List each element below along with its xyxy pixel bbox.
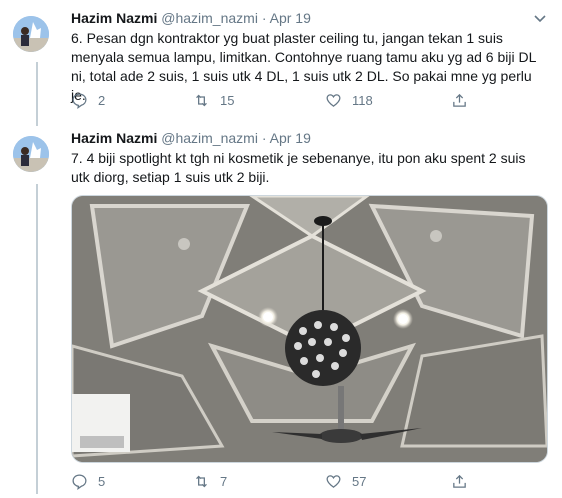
- tweet-header: Hazim Nazmi @hazim_nazmi · Apr 19: [71, 10, 311, 26]
- retweet-count: 15: [220, 93, 235, 108]
- heart-icon: [326, 94, 341, 107]
- reply-count: 2: [98, 93, 106, 108]
- tweet-header: Hazim Nazmi @hazim_nazmi · Apr 19: [71, 130, 311, 146]
- separator: ·: [261, 10, 267, 26]
- like-count: 57: [352, 474, 367, 489]
- like-button[interactable]: 57: [325, 473, 366, 490]
- tweet-date[interactable]: Apr 19: [270, 130, 311, 146]
- retweet-icon: [196, 475, 207, 488]
- tweet-actions: 5 7 57: [71, 473, 491, 493]
- tweet-image[interactable]: [71, 195, 548, 463]
- retweet-count: 7: [220, 474, 228, 489]
- heart-icon: [326, 475, 341, 488]
- reply-icon: [72, 93, 87, 109]
- like-button[interactable]: 118: [325, 92, 373, 109]
- user-handle[interactable]: @hazim_nazmi: [161, 10, 258, 26]
- display-name[interactable]: Hazim Nazmi: [71, 130, 157, 146]
- reply-button[interactable]: 5: [71, 473, 105, 490]
- share-icon: [453, 474, 466, 488]
- reply-button[interactable]: 2: [71, 92, 105, 109]
- separator: ·: [261, 130, 267, 146]
- like-count: 118: [352, 93, 373, 108]
- retweet-button[interactable]: 15: [193, 92, 234, 109]
- share-button[interactable]: [451, 92, 468, 109]
- tweet-text: 7. 4 biji spotlight kt tgh ni kosmetik j…: [71, 150, 526, 185]
- tweet-actions: 2 15 118: [71, 92, 491, 112]
- avatar[interactable]: [13, 136, 49, 172]
- avatar[interactable]: [13, 16, 49, 52]
- display-name[interactable]: Hazim Nazmi: [71, 10, 157, 26]
- tweet-date[interactable]: Apr 19: [270, 10, 311, 26]
- chevron-down-icon[interactable]: [532, 10, 548, 26]
- user-handle[interactable]: @hazim_nazmi: [161, 130, 258, 146]
- reply-icon: [72, 474, 87, 490]
- retweet-icon: [196, 94, 207, 107]
- retweet-button[interactable]: 7: [193, 473, 227, 490]
- share-button[interactable]: [451, 473, 468, 490]
- tweet[interactable]: Hazim Nazmi @hazim_nazmi · Apr 19 6. Pes…: [0, 0, 562, 120]
- share-icon: [453, 93, 466, 107]
- reply-count: 5: [98, 474, 106, 489]
